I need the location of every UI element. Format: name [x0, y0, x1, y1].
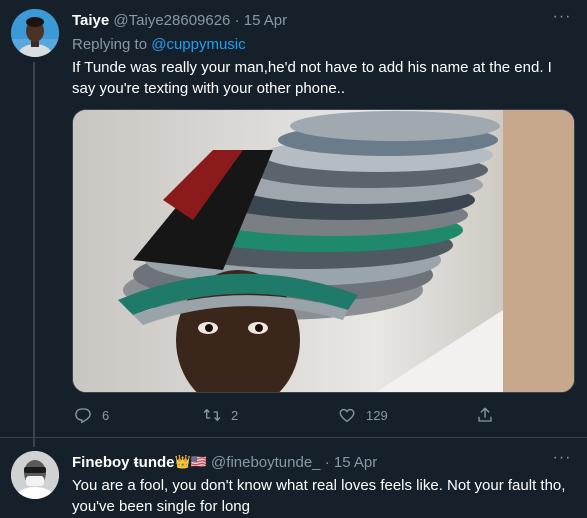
- timeline: Taiye @Taiye28609626 · 15 Apr ··· Replyi…: [0, 0, 587, 518]
- like-icon: [339, 408, 355, 423]
- reply-button[interactable]: 6: [74, 404, 109, 426]
- display-name[interactable]: Fineboy ŧunde: [72, 454, 175, 471]
- more-icon[interactable]: ···: [551, 450, 573, 472]
- mention-link[interactable]: @cuppymusic: [151, 36, 245, 53]
- display-name[interactable]: Taiye: [72, 12, 109, 29]
- like-button[interactable]: 129: [338, 404, 388, 426]
- tweet-header: Taiye @Taiye28609626 · 15 Apr: [72, 11, 287, 31]
- tweet[interactable]: Fineboy ŧunde👑🇺🇸 @fineboytunde_ · 15 Apr…: [0, 438, 587, 518]
- user-handle[interactable]: @fineboytunde_: [211, 454, 320, 471]
- replying-to: Replying to @cuppymusic: [72, 35, 246, 55]
- meme-photo: [73, 110, 574, 392]
- replying-to-label: Replying to: [72, 36, 148, 53]
- retweet-button[interactable]: 2: [203, 404, 238, 426]
- retweet-icon: [203, 409, 221, 421]
- share-button[interactable]: [476, 404, 504, 426]
- tweet-image[interactable]: [72, 109, 575, 393]
- share-icon: [478, 407, 492, 422]
- tweet-text: If Tunde was really your man,he'd not ha…: [72, 59, 552, 97]
- tweet-header: Fineboy ŧunde👑🇺🇸 @fineboytunde_ · 15 Apr: [72, 452, 377, 473]
- avatar[interactable]: [11, 9, 59, 57]
- avatar-image: [11, 9, 59, 57]
- tweet[interactable]: Taiye @Taiye28609626 · 15 Apr ··· Replyi…: [0, 0, 587, 447]
- tweet-text: You are a fool, you don't know what real…: [72, 477, 566, 515]
- separator-dot: ·: [324, 454, 330, 471]
- reply-count: 6: [102, 407, 110, 423]
- retweet-count: 2: [231, 407, 239, 423]
- thread-line: [33, 62, 35, 447]
- tweet-actions: 6 2 129: [72, 404, 512, 426]
- separator-dot: ·: [234, 12, 240, 29]
- avatar-image: [11, 451, 59, 499]
- more-icon[interactable]: ···: [551, 9, 573, 31]
- tweet-date[interactable]: 15 Apr: [244, 12, 287, 29]
- like-count: 129: [366, 407, 388, 423]
- tweet-date[interactable]: 15 Apr: [334, 454, 377, 471]
- reply-icon: [75, 408, 91, 424]
- name-badges: 👑🇺🇸: [174, 454, 207, 469]
- avatar[interactable]: [11, 451, 59, 499]
- user-handle[interactable]: @Taiye28609626: [113, 12, 230, 29]
